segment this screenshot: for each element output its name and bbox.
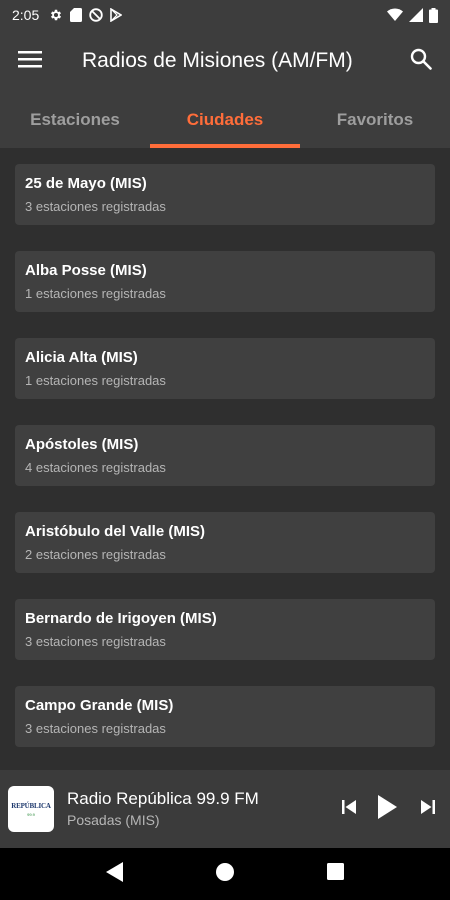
status-notification-icons (49, 8, 123, 22)
back-icon (106, 861, 124, 887)
recents-icon (326, 863, 344, 885)
city-name: Aristóbulo del Valle (MIS) (25, 523, 206, 540)
list-item[interactable]: Aristóbulo del Valle (MIS) 2 estaciones … (15, 512, 435, 573)
station-count: 2 estaciones registradas (25, 547, 166, 562)
now-playing-station: Radio República 99.9 FM (67, 789, 259, 808)
nav-back-button[interactable] (95, 854, 135, 894)
status-bar: 2:05 (0, 0, 450, 30)
city-name: Alicia Alta (MIS) (25, 349, 138, 366)
signal-icon (409, 8, 423, 22)
list-item[interactable]: 25 de Mayo (MIS) 3 estaciones registrada… (15, 164, 435, 225)
status-time: 2:05 (12, 7, 40, 23)
list-item[interactable]: Campo Grande (MIS) 3 estaciones registra… (15, 686, 435, 747)
battery-icon (429, 7, 438, 23)
search-icon (410, 48, 432, 75)
menu-icon (18, 50, 42, 73)
list-item[interactable]: Bernardo de Irigoyen (MIS) 3 estaciones … (15, 599, 435, 660)
page-title: Radios de Misiones (AM/FM) (82, 49, 353, 72)
station-logo-text: REPÚBLICA (11, 801, 51, 810)
sd-card-icon (70, 8, 83, 22)
list-item[interactable]: Alicia Alta (MIS) 1 estaciones registrad… (15, 338, 435, 399)
station-count: 3 estaciones registradas (25, 721, 166, 736)
station-count: 4 estaciones registradas (25, 460, 166, 475)
home-icon (216, 862, 234, 886)
now-playing-bar[interactable]: REPÚBLICA 99.9 Radio República 99.9 FM P… (0, 770, 450, 848)
nav-home-button[interactable] (205, 854, 245, 894)
station-logo-subtext: 99.9 (27, 811, 35, 817)
city-name: Campo Grande (MIS) (25, 697, 174, 714)
menu-button[interactable] (0, 30, 60, 92)
station-count: 1 estaciones registradas (25, 286, 166, 301)
nav-recents-button[interactable] (315, 854, 355, 894)
tab-ciudades[interactable]: Ciudades (150, 92, 300, 148)
city-name: 25 de Mayo (MIS) (25, 175, 147, 192)
play-button[interactable] (364, 789, 410, 829)
city-name: Apóstoles (MIS) (25, 436, 139, 453)
station-logo: REPÚBLICA 99.9 (8, 786, 54, 832)
now-playing-city: Posadas (MIS) (67, 812, 160, 828)
no-sync-icon (89, 8, 103, 22)
play-store-icon (110, 8, 123, 22)
skip-next-icon (420, 799, 436, 820)
now-playing-info[interactable]: Radio República 99.9 FM Posadas (MIS) (67, 788, 334, 830)
tab-estaciones[interactable]: Estaciones (0, 92, 150, 148)
play-icon (377, 794, 397, 824)
search-button[interactable] (392, 30, 450, 92)
list-item[interactable]: Alba Posse (MIS) 1 estaciones registrada… (15, 251, 435, 312)
gear-icon (49, 8, 63, 22)
status-system-icons (387, 7, 438, 23)
city-name: Bernardo de Irigoyen (MIS) (25, 610, 217, 627)
system-nav-bar (0, 848, 450, 900)
previous-button[interactable] (334, 789, 364, 829)
station-count: 3 estaciones registradas (25, 199, 166, 214)
city-list[interactable]: 25 de Mayo (MIS) 3 estaciones registrada… (0, 148, 450, 770)
station-count: 1 estaciones registradas (25, 373, 166, 388)
skip-previous-icon (341, 799, 357, 820)
tab-favoritos[interactable]: Favoritos (300, 92, 450, 148)
app-bar: Radios de Misiones (AM/FM) (0, 30, 450, 92)
list-item[interactable]: Apóstoles (MIS) 4 estaciones registradas (15, 425, 435, 486)
station-count: 3 estaciones registradas (25, 634, 166, 649)
wifi-icon (387, 8, 403, 22)
city-name: Alba Posse (MIS) (25, 262, 147, 279)
next-button[interactable] (410, 789, 446, 829)
tab-bar: Estaciones Ciudades Favoritos (0, 92, 450, 148)
